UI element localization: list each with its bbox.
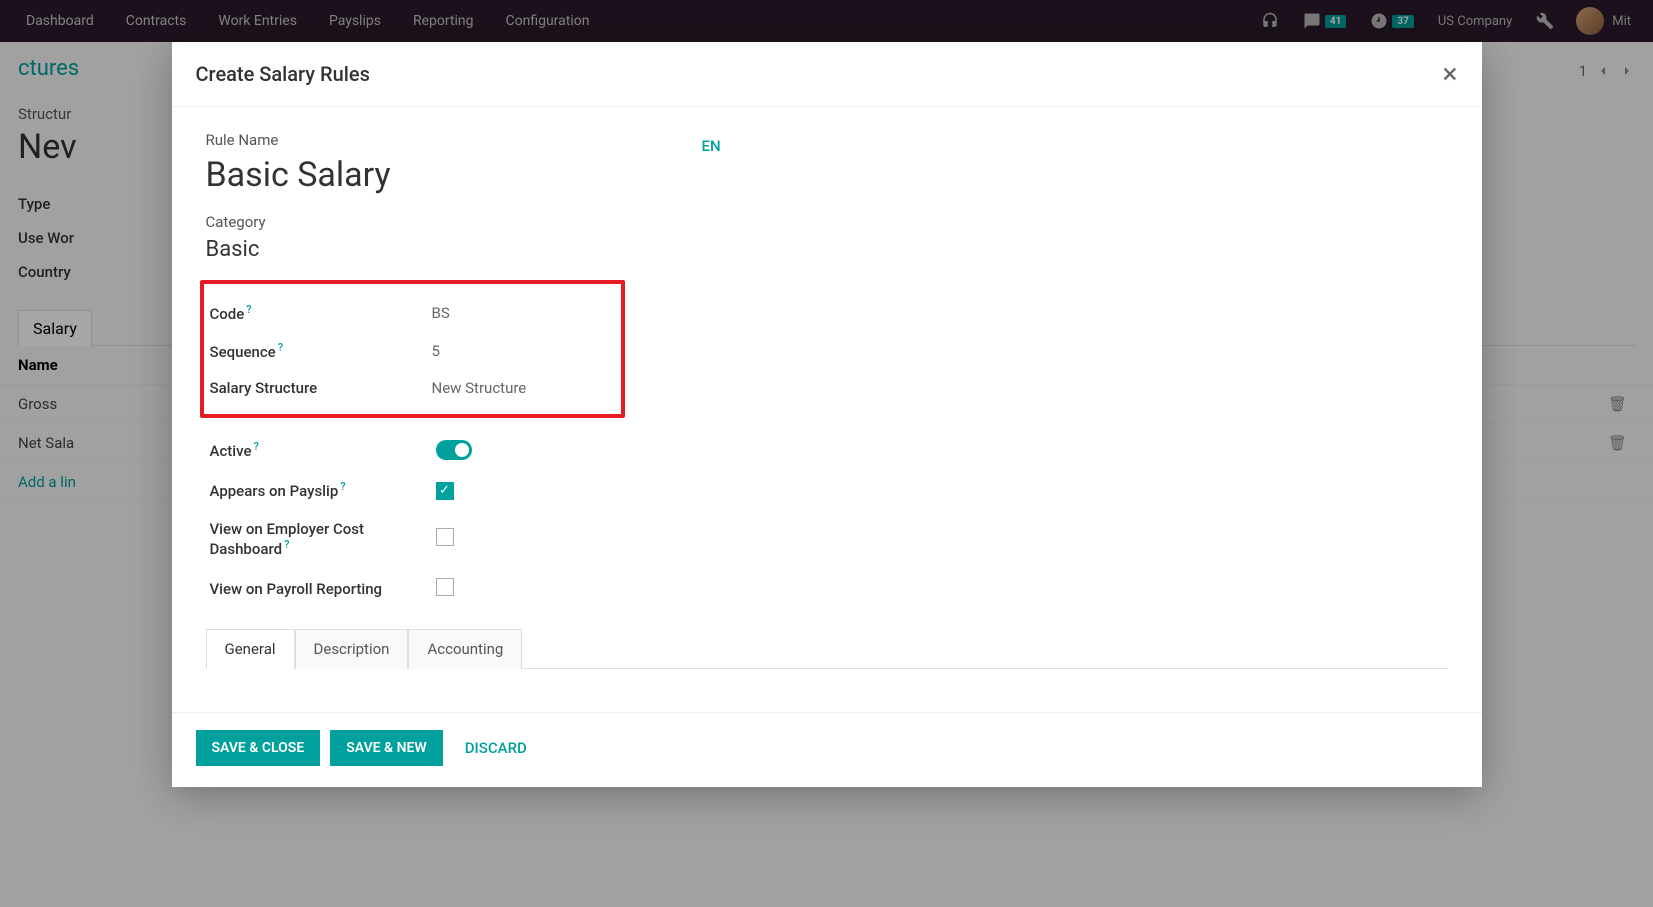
tab-accounting[interactable]: Accounting [408,629,522,669]
help-icon[interactable]: ? [284,538,289,551]
category-label: Category [206,213,1448,231]
appears-label: Appears on Payslip? [206,480,436,500]
salary-structure-label: Salary Structure [204,379,432,397]
modal: Create Salary Rules × EN Rule Name Basic… [172,42,1482,787]
tab-description[interactable]: Description [295,629,409,669]
payroll-reporting-label: View on Payroll Reporting [206,580,436,598]
active-label: Active? [206,440,436,460]
close-button[interactable]: × [1443,60,1458,88]
sequence-value[interactable]: 5 [432,342,440,360]
help-icon[interactable]: ? [340,480,345,493]
help-icon[interactable]: ? [253,440,258,453]
save-close-button[interactable]: SAVE & CLOSE [196,730,321,766]
sequence-label: Sequence? [204,341,432,361]
rule-name-label: Rule Name [206,131,1448,149]
discard-button[interactable]: DISCARD [453,729,539,767]
help-icon[interactable]: ? [246,303,251,316]
salary-structure-value[interactable]: New Structure [432,379,527,397]
employer-cost-checkbox[interactable] [436,528,454,546]
help-icon[interactable]: ? [278,341,283,354]
tab-general[interactable]: General [206,629,295,669]
code-value[interactable]: BS [432,304,450,322]
modal-header: Create Salary Rules × [172,42,1482,107]
save-new-button[interactable]: SAVE & NEW [330,730,442,766]
modal-body: EN Rule Name Basic Salary Category Basic… [172,107,1482,712]
lang-badge[interactable]: EN [702,137,721,155]
payroll-reporting-checkbox[interactable] [436,578,454,596]
modal-overlay: Create Salary Rules × EN Rule Name Basic… [0,0,1653,907]
modal-title: Create Salary Rules [196,62,370,86]
active-toggle[interactable] [436,440,472,460]
category-value[interactable]: Basic [206,237,1448,262]
employer-cost-label: View on Employer Cost Dashboard? [206,520,436,558]
appears-checkbox[interactable]: ✓ [436,482,454,500]
rule-name-value[interactable]: Basic Salary [206,155,1448,195]
modal-footer: SAVE & CLOSE SAVE & NEW DISCARD [172,712,1482,787]
modal-tabs: General Description Accounting [206,628,1448,669]
code-label: Code? [204,303,432,323]
highlighted-fields-box: Code? BS Sequence? 5 Salary Structure Ne… [200,280,625,418]
